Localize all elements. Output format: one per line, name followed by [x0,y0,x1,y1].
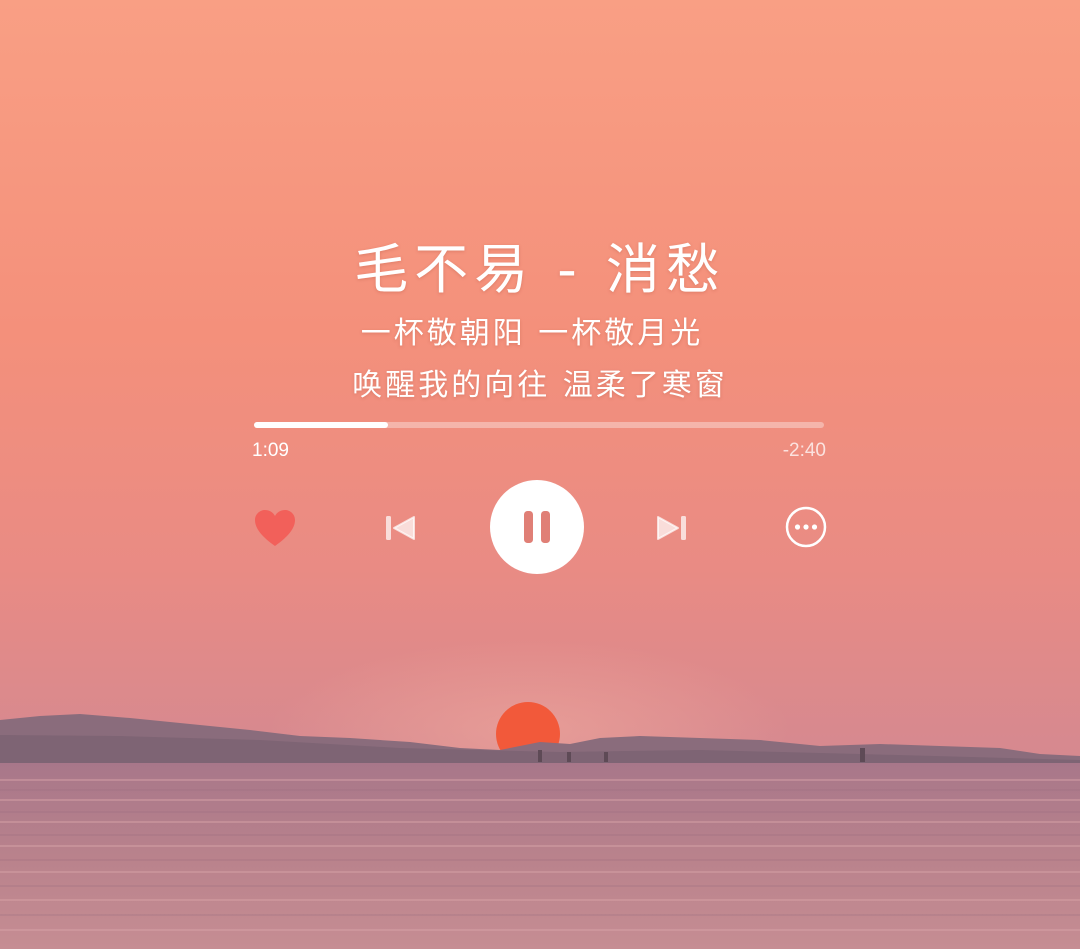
progress-bar[interactable] [254,422,824,428]
sea [0,763,1080,949]
more-options-button[interactable] [784,505,828,549]
more-options-icon [785,506,827,548]
pause-icon [524,511,550,543]
elapsed-time: 1:09 [252,440,289,461]
song-title: 毛不易 - 消愁 [354,238,726,301]
skip-next-icon [657,516,686,540]
heart-icon [255,510,295,546]
lyric-line-1: 一杯敬朝阳 一杯敬月光 [360,316,704,351]
lyric-line-2: 唤醒我的向往 温柔了寒窗 [352,368,728,403]
remaining-time: -2:40 [782,440,826,461]
pause-button[interactable] [490,480,584,574]
background-sunset-scene [0,0,1080,949]
skip-previous-icon [386,516,415,540]
progress-fill [254,422,388,428]
previous-track-button[interactable] [378,508,422,548]
like-button[interactable] [252,505,298,551]
next-track-button[interactable] [650,508,694,548]
